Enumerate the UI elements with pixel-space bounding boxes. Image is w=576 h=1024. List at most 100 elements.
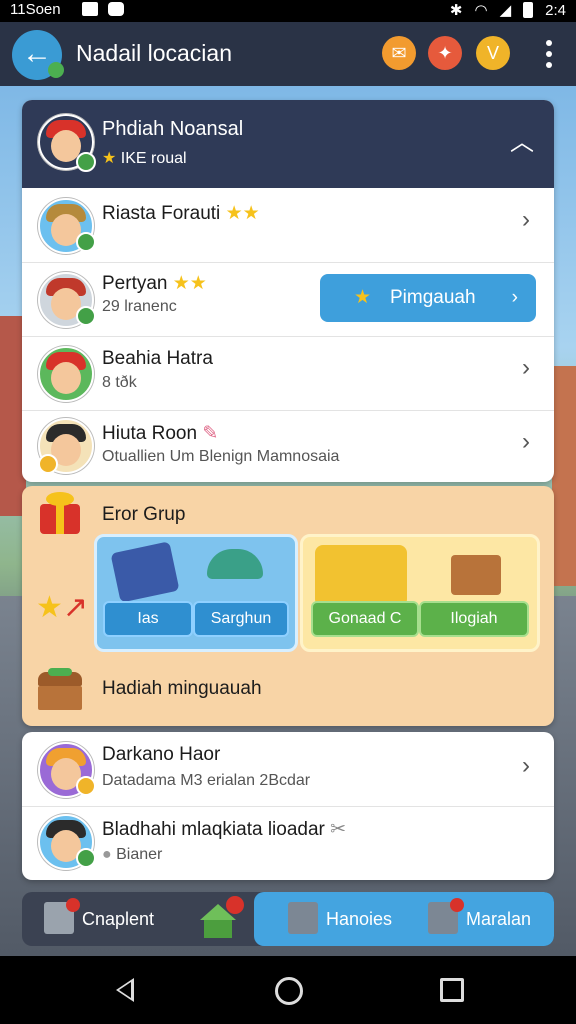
online-badge (76, 306, 96, 326)
tab-cnaplent[interactable]: Cnaplent (44, 892, 184, 946)
member-name-text: Pertyan (102, 273, 168, 294)
member-name: Riasta Forauti ★★ (102, 202, 260, 225)
member-subtitle: 8 tðk (102, 374, 137, 391)
avatar (38, 346, 94, 402)
house-icon[interactable] (200, 896, 244, 938)
arrow-left-icon: ← (22, 37, 52, 70)
member-subtitle: ● Bianer (102, 846, 162, 864)
chevron-right-icon[interactable]: › (522, 752, 530, 780)
megaphone-icon[interactable]: ✦ (428, 36, 462, 70)
star-icon: ★ (102, 150, 117, 167)
nav-recents-icon[interactable] (440, 978, 464, 1002)
online-badge (76, 152, 96, 172)
list-item[interactable]: Bladhahi mlaqkiata lioadar ✂ ● Bianer (22, 806, 554, 880)
wifi-icon: ◠ (474, 2, 488, 19)
member-name: Hiuta Roon ✎ (102, 422, 218, 445)
reward-panel-a[interactable]: Ias Sarghun (94, 534, 298, 652)
back-button[interactable]: ← (12, 30, 64, 80)
image-notification-icon (82, 2, 98, 16)
signal-icon: ◢ (499, 2, 512, 19)
member-subtitle: 29 lranenc (102, 298, 177, 315)
section-title: Eror Grup (102, 504, 186, 525)
tab-label: Cnaplent (82, 909, 155, 929)
chevron-down-icon[interactable]: ︿ (510, 122, 534, 157)
member-name-text: Riasta Forauti (102, 203, 221, 224)
star-icon: ★ (354, 287, 372, 308)
member-row[interactable]: Riasta Forauti ★★ › (22, 188, 554, 263)
bottom-member-list: Darkano Haor Datadama M3 erialan 2Bcdar … (22, 732, 554, 880)
member-name-text: Hiuta Roon (102, 423, 198, 444)
online-badge (76, 232, 96, 252)
weekly-reward-label[interactable]: Hadiah minguauah (102, 678, 262, 700)
member-subtitle: Datadama M3 erialan 2Bcdar (102, 772, 311, 789)
coin-badge (38, 454, 58, 474)
battery-icon (523, 2, 534, 18)
member-row[interactable]: Beahia Hatra 8 tðk › (22, 336, 554, 411)
treasure-chest-icon (451, 555, 501, 595)
bluetooth-icon: ✱ (449, 2, 463, 19)
nav-home-icon[interactable] (275, 977, 303, 1005)
coin-badge-text: V (486, 43, 499, 63)
group-subtitle-text: IKE roual (120, 150, 187, 167)
coin-bag-icon (110, 541, 180, 603)
star-icon: ★★ (172, 273, 207, 294)
member-name: Bladhahi mlaqkiata lioadar ✂ (102, 818, 346, 841)
reward-button[interactable]: Ias (103, 601, 193, 637)
coin-purse-icon (315, 545, 407, 607)
member-name: Beahia Hatra (102, 348, 213, 369)
app-notification-icon (108, 2, 124, 16)
online-badge (48, 62, 64, 78)
star-arrow-icon: ★↗ (36, 591, 89, 624)
coin-badge (76, 776, 96, 796)
chevron-right-icon[interactable]: › (522, 428, 530, 456)
treasure-chest-icon (36, 668, 84, 712)
star-icon: ★★ (225, 203, 260, 224)
reward-button[interactable]: Sarghun (193, 601, 289, 637)
status-notification-icons (82, 2, 124, 16)
tab-label: Hanoies (326, 909, 393, 929)
member-subtitle-text: Bianer (116, 846, 163, 863)
tab-hanoies[interactable]: Hanoies (288, 892, 418, 946)
box-icon (288, 902, 318, 934)
group-subtitle: ★ IKE roual (102, 148, 187, 168)
tab-maralan[interactable]: Maralan (428, 892, 548, 946)
nav-back-icon[interactable] (116, 978, 134, 1002)
group-name: Phdiah Noansal (102, 118, 244, 140)
member-name: Darkano Haor (102, 744, 221, 765)
chevron-right-icon: › (511, 287, 518, 308)
page-title: Nadail locacian (76, 40, 232, 66)
hat-icon (207, 549, 263, 579)
bottom-tab-bar: Cnaplent Hanoies Maralan (22, 892, 554, 946)
chevron-right-icon[interactable]: › (522, 206, 530, 234)
badge-icon: ✂ (330, 819, 347, 840)
online-badge (76, 848, 96, 868)
group-members-card: Phdiah Noansal ★ IKE roual ︿ Riasta Fora… (22, 100, 554, 482)
status-bar: 11Soen ✱ ◠ ◢ 2:4 (0, 0, 576, 22)
reward-button[interactable]: Ilogiah (419, 601, 529, 637)
member-subtitle: Otuallien Um Blenign Mamnosaia (102, 448, 340, 465)
member-name: Pertyan ★★ (102, 272, 207, 295)
status-right: ✱ ◠ ◢ 2:4 (449, 1, 566, 20)
coin-icon[interactable]: V (476, 36, 510, 70)
member-row[interactable]: Pertyan ★★ 29 lranenc ★ Pimgauah › (22, 262, 554, 337)
more-menu-icon[interactable] (546, 40, 552, 73)
member-name-text: Bladhahi mlaqkiata lioadar (102, 819, 325, 840)
system-nav-bar (0, 956, 576, 1024)
sticker-icon: ✎ (202, 423, 219, 444)
invite-button[interactable]: ★ Pimgauah › (320, 274, 536, 322)
chevron-right-icon[interactable]: › (522, 354, 530, 382)
status-time: 11Soen (10, 1, 61, 18)
tab-label: Maralan (466, 909, 532, 929)
invite-button-label: Pimgauah (390, 287, 476, 308)
coin-icon: ● (102, 846, 112, 863)
member-row[interactable]: Hiuta Roon ✎ Otuallien Um Blenign Mamnos… (22, 410, 554, 482)
reward-button[interactable]: Gonaad C (311, 601, 419, 637)
reward-panel-b[interactable]: Gonaad C Ilogiah (300, 534, 540, 652)
box-icon (428, 898, 464, 934)
box-icon (44, 898, 80, 934)
group-header[interactable]: Phdiah Noansal ★ IKE roual ︿ (22, 100, 554, 188)
list-item[interactable]: Darkano Haor Datadama M3 erialan 2Bcdar … (22, 732, 554, 807)
chat-bubble-icon[interactable]: ✉ (382, 36, 416, 70)
status-clock: 2:4 (545, 1, 566, 19)
app-bar: ← Nadail locacian ✉ ✦ V (0, 22, 576, 86)
